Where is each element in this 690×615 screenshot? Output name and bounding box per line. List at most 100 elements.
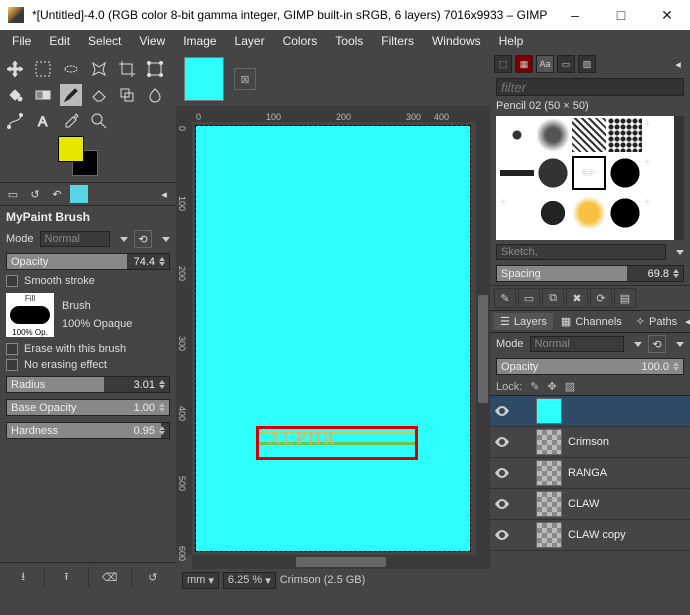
radius-slider[interactable]: Radius 3.01 <box>6 376 170 393</box>
fg-color-swatch[interactable] <box>58 136 84 162</box>
menu-colors[interactable]: Colors <box>275 32 326 50</box>
device-status-tab-icon[interactable]: ↺ <box>26 185 44 203</box>
layer-mode-reset-button[interactable]: ⟲ <box>648 335 666 353</box>
color-picker-tool[interactable] <box>60 110 82 132</box>
brush-filter-input[interactable] <box>496 78 684 96</box>
brush-preset-select[interactable]: Sketch, <box>496 244 666 260</box>
layer-row[interactable] <box>490 396 690 427</box>
visibility-eye-icon[interactable] <box>494 465 510 481</box>
lock-alpha-icon[interactable]: ▨ <box>565 380 575 393</box>
delete-brush-button[interactable]: ✖ <box>566 288 588 308</box>
tool-options-tab-icon[interactable]: ▭ <box>4 185 22 203</box>
tab-paths[interactable]: ✧Paths <box>630 313 683 330</box>
layer-opacity-slider[interactable]: Opacity 100.0 <box>496 358 684 375</box>
layer-row[interactable]: RANGA <box>490 458 690 489</box>
canvas[interactable]: ALPHR <box>196 126 470 551</box>
smudge-tool[interactable] <box>144 84 166 106</box>
new-brush-button[interactable]: ▭ <box>518 288 540 308</box>
close-image-tab-button[interactable]: ⊠ <box>234 68 256 90</box>
zoom-tool[interactable] <box>88 110 110 132</box>
menu-file[interactable]: File <box>4 32 39 50</box>
history-tab-icon[interactable]: ▭ <box>557 55 575 73</box>
layer-mode-select[interactable]: Normal <box>530 336 624 352</box>
close-button[interactable]: ✕ <box>644 0 690 30</box>
maximize-button[interactable]: □ <box>598 0 644 30</box>
fonts-tab-icon[interactable]: Aa <box>536 55 554 73</box>
base-opacity-slider[interactable]: Base Opacity 1.00 <box>6 399 170 416</box>
crop-tool[interactable] <box>116 58 138 80</box>
brushes-tab-icon[interactable]: ⬚ <box>494 55 512 73</box>
layer-row[interactable]: CLAW <box>490 489 690 520</box>
layer-name[interactable]: CLAW <box>568 498 599 510</box>
menu-help[interactable]: Help <box>491 32 532 50</box>
vertical-scrollbar[interactable] <box>476 122 490 555</box>
minimize-button[interactable]: – <box>552 0 598 30</box>
free-select-tool[interactable] <box>60 58 82 80</box>
opacity-slider[interactable]: Opacity 74.4 <box>6 253 170 270</box>
mypaint-brush-tool[interactable] <box>60 84 82 106</box>
image-tab-thumb[interactable] <box>184 57 224 101</box>
save-presets-button[interactable]: ⭳ <box>2 567 45 587</box>
rect-select-tool[interactable] <box>32 58 54 80</box>
move-tool[interactable] <box>4 58 26 80</box>
mode-select[interactable]: Normal <box>40 231 110 247</box>
hardness-slider[interactable]: Hardness 0.95 <box>6 422 170 439</box>
dock-menu-arrow-icon[interactable]: ◂ <box>670 56 686 72</box>
delete-preset-button[interactable]: ⌫ <box>89 567 132 587</box>
restore-presets-button[interactable]: ⭱ <box>45 567 88 587</box>
images-tab-icon[interactable] <box>70 185 88 203</box>
brushes-grid[interactable]: + ✏ + + + <box>496 116 684 240</box>
tab-channels[interactable]: ▦Channels <box>555 313 628 330</box>
dock-menu-arrow-icon[interactable]: ◂ <box>685 313 690 329</box>
layer-name[interactable]: CLAW copy <box>568 529 626 541</box>
refresh-brushes-button[interactable]: ⟳ <box>590 288 612 308</box>
text-tool[interactable]: A <box>32 110 54 132</box>
zoom-select[interactable]: 6.25 % ▾ <box>223 572 276 589</box>
ruler-vertical[interactable]: 0 100 200 300 400 500 600 <box>176 122 192 555</box>
gradients-tab-icon[interactable]: ▨ <box>578 55 596 73</box>
transform-tool[interactable] <box>144 58 166 80</box>
lock-pixels-icon[interactable]: ✎ <box>530 380 539 393</box>
menu-image[interactable]: Image <box>175 32 224 50</box>
horizontal-scrollbar[interactable] <box>192 555 490 569</box>
clone-tool[interactable] <box>116 84 138 106</box>
layer-row[interactable]: Crimson <box>490 427 690 458</box>
canvas-viewport[interactable]: ALPHR <box>192 122 490 555</box>
mode-reset-button[interactable]: ⟲ <box>134 230 152 248</box>
color-swatches[interactable] <box>58 136 98 176</box>
layer-name[interactable]: RANGA <box>568 467 607 479</box>
menu-filters[interactable]: Filters <box>373 32 422 50</box>
menu-view[interactable]: View <box>131 32 173 50</box>
patterns-tab-icon[interactable]: ▦ <box>515 55 533 73</box>
edit-brush-button[interactable]: ✎ <box>494 288 516 308</box>
eraser-tool[interactable] <box>88 84 110 106</box>
spacing-slider[interactable]: Spacing 69.8 <box>496 265 684 282</box>
gradient-tool[interactable] <box>32 84 54 106</box>
brushes-scrollbar[interactable] <box>674 116 684 240</box>
visibility-eye-icon[interactable] <box>494 434 510 450</box>
undo-history-tab-icon[interactable]: ↶ <box>48 185 66 203</box>
dock-menu-arrow-icon[interactable]: ◂ <box>156 186 172 202</box>
fuzzy-select-tool[interactable] <box>88 58 110 80</box>
visibility-eye-icon[interactable] <box>494 403 510 419</box>
menu-edit[interactable]: Edit <box>41 32 78 50</box>
unit-select[interactable]: mm ▾ <box>182 572 219 589</box>
smooth-stroke-checkbox[interactable] <box>6 275 18 287</box>
menu-layer[interactable]: Layer <box>227 32 273 50</box>
visibility-eye-icon[interactable] <box>494 496 510 512</box>
no-erasing-checkbox[interactable] <box>6 359 18 371</box>
reset-defaults-button[interactable]: ↺ <box>132 567 174 587</box>
brush-preview[interactable]: Fill 100% Op. <box>6 293 54 337</box>
duplicate-brush-button[interactable]: ⧉ <box>542 288 564 308</box>
layer-name[interactable]: Crimson <box>568 436 609 448</box>
path-tool[interactable] <box>4 110 26 132</box>
layer-row[interactable]: CLAW copy <box>490 520 690 551</box>
ruler-horizontal[interactable]: 0 100 200 300 400 <box>176 106 490 122</box>
tab-layers[interactable]: ☰Layers <box>494 313 553 330</box>
visibility-eye-icon[interactable] <box>494 527 510 543</box>
menu-windows[interactable]: Windows <box>424 32 489 50</box>
menu-tools[interactable]: Tools <box>327 32 371 50</box>
bucket-fill-tool[interactable] <box>4 84 26 106</box>
lock-position-icon[interactable]: ✥ <box>548 380 557 393</box>
menu-select[interactable]: Select <box>80 32 129 50</box>
